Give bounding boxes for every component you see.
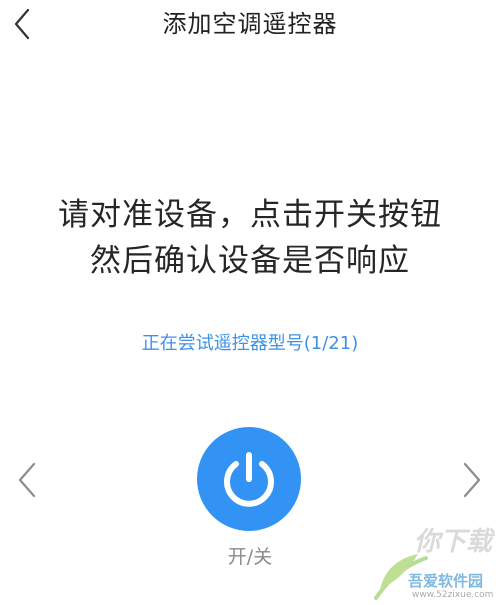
chevron-right-icon	[463, 462, 481, 498]
power-icon	[224, 452, 274, 507]
instruction-text: 请对准设备，点击开关按钮 然后确认设备是否响应	[0, 192, 500, 284]
screen: 添加空调遥控器 请对准设备，点击开关按钮 然后确认设备是否响应 正在尝试遥控器型…	[0, 0, 500, 605]
watermark-url: www.52zixue.com	[412, 590, 494, 600]
instruction-line-2: 然后确认设备是否响应	[90, 243, 410, 279]
instruction-line-1: 请对准设备，点击开关按钮	[58, 197, 442, 233]
svg-text:你下载: 你下载	[414, 527, 496, 557]
header: 添加空调遥控器	[0, 0, 500, 48]
next-model-button[interactable]	[455, 458, 487, 502]
model-trial-status: 正在尝试遥控器型号(1/21)	[141, 333, 359, 354]
power-button[interactable]	[197, 427, 301, 531]
watermark-logo: 你下载 吾爱软件园 www.52zixue.com	[370, 520, 498, 602]
watermark-name: 吾爱软件园	[408, 572, 484, 590]
chevron-left-icon	[18, 462, 36, 498]
page-title: 添加空调遥控器	[162, 10, 338, 38]
previous-model-button[interactable]	[12, 458, 44, 502]
